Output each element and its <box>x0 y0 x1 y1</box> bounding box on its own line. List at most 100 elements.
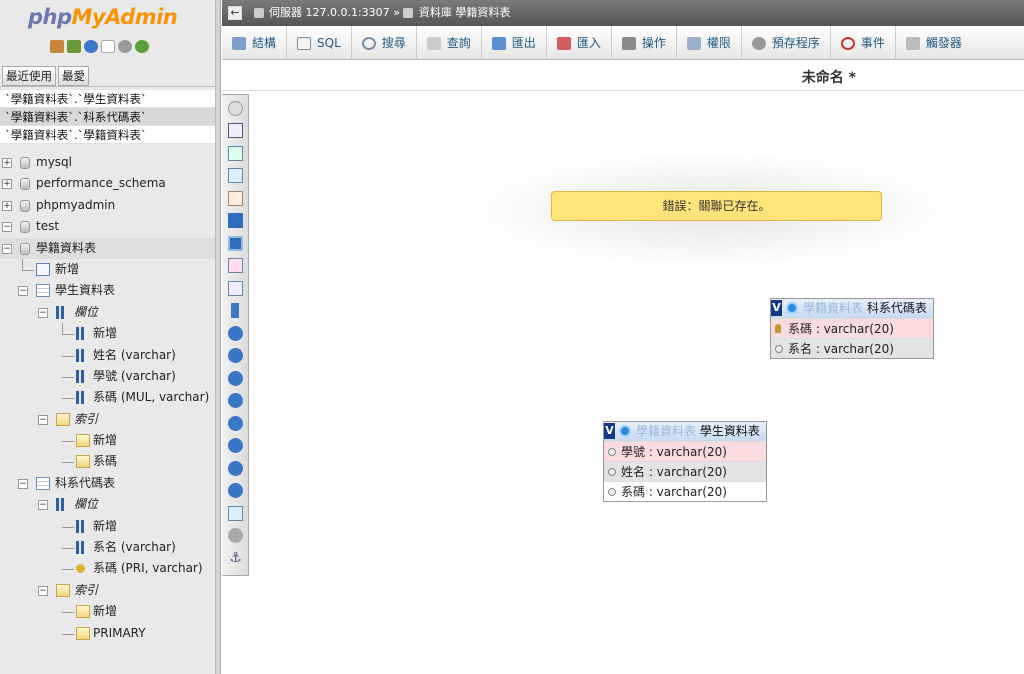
designer-column-row[interactable]: 學號 : varchar(20) <box>604 441 766 461</box>
tree-label[interactable]: 科系代碼表 <box>55 473 115 494</box>
tab-triggers[interactable]: 觸發器 <box>896 26 972 60</box>
tab-export[interactable]: 匯出 <box>482 26 547 60</box>
db-label[interactable]: phpmyadmin <box>36 195 115 216</box>
tree-item-column[interactable]: 系名 (varchar) <box>0 537 215 558</box>
tree-item-index-new[interactable]: 新增 <box>0 601 215 622</box>
fullscreen-icon[interactable] <box>228 123 243 138</box>
tree-item-columns-group[interactable]: − 欄位 <box>0 494 215 515</box>
designer-table-departments[interactable]: V 學籍資料表 科系代碼表 系碼 : varchar(20) 系名 : varc… <box>770 298 934 359</box>
expand-icon[interactable]: + <box>2 200 12 211</box>
tab-routines[interactable]: 預存程序 <box>742 26 831 60</box>
tab-import[interactable]: 匯入 <box>547 26 612 60</box>
db-item-mysql[interactable]: + mysql <box>0 152 215 174</box>
breadcrumb-db-label[interactable]: 資料庫 <box>419 6 452 19</box>
tree-item-columns-group[interactable]: − 欄位 <box>0 302 215 323</box>
tree-label[interactable]: 系名 (varchar) <box>93 537 176 558</box>
settings-gear-icon[interactable] <box>118 40 132 53</box>
db-label[interactable]: test <box>36 216 59 237</box>
tree-item-table-students[interactable]: − 學生資料表 <box>0 280 215 301</box>
help-icon[interactable] <box>228 528 243 543</box>
designer-column-row[interactable]: 姓名 : varchar(20) <box>604 461 766 481</box>
help-icon[interactable] <box>84 40 98 53</box>
tab-sql[interactable]: SQL <box>287 26 352 60</box>
tree-label[interactable]: 新增 <box>55 259 79 280</box>
toggle-small-big-icon[interactable] <box>228 371 243 386</box>
collapse-icon[interactable]: − <box>18 286 28 297</box>
toggle-toolbar-icon[interactable] <box>228 101 243 116</box>
designer-table-students[interactable]: V 學籍資料表 學生資料表 學號 : varchar(20) 姓名 : varc… <box>603 421 767 502</box>
tab-events[interactable]: 事件 <box>831 26 896 60</box>
designer-table-header[interactable]: V 學籍資料表 學生資料表 <box>604 422 766 441</box>
tab-query[interactable]: 查詢 <box>417 26 482 60</box>
collapse-icon[interactable]: − <box>38 307 48 318</box>
tree-item-indexes-group[interactable]: − 索引 <box>0 409 215 430</box>
collapse-icon[interactable]: − <box>2 243 12 254</box>
expand-icon[interactable]: + <box>2 179 12 190</box>
small-big-icon[interactable] <box>228 348 243 363</box>
tab-recent[interactable]: 最近使用 <box>2 66 56 86</box>
tree-item-column-primary[interactable]: 系碼 (PRI, varchar) <box>0 558 215 579</box>
move-menu-icon[interactable] <box>228 461 243 476</box>
tree-label[interactable]: 新增 <box>93 323 117 344</box>
save-icon[interactable] <box>228 213 243 228</box>
save-as-icon[interactable] <box>228 236 243 251</box>
recent-item[interactable]: `學籍資料表`.`學生資料表` <box>0 90 215 108</box>
db-item-student-db[interactable]: − 學籍資料表 <box>0 237 215 259</box>
build-query-icon[interactable] <box>228 438 243 453</box>
delete-page-icon[interactable] <box>228 258 243 273</box>
relation-icon[interactable] <box>228 506 243 521</box>
recent-item[interactable]: `學籍資料表`.`科系代碼表` <box>0 108 215 126</box>
db-label[interactable]: mysql <box>36 152 72 173</box>
collapse-icon[interactable]: − <box>38 500 48 511</box>
snap-to-grid-icon[interactable] <box>228 326 243 341</box>
tree-label[interactable]: 系碼 (MUL, varchar) <box>93 387 209 408</box>
tree-item-column[interactable]: 學號 (varchar) <box>0 366 215 387</box>
db-label[interactable]: 學籍資料表 <box>36 238 96 259</box>
tree-item-column[interactable]: 系碼 (MUL, varchar) <box>0 387 215 408</box>
tree-label[interactable]: 欄位 <box>74 494 98 515</box>
collapse-icon[interactable]: − <box>38 414 48 425</box>
tree-label[interactable]: 學號 (varchar) <box>93 366 176 387</box>
pin-text-icon[interactable] <box>228 483 243 498</box>
tree-label[interactable]: 系碼 (PRI, varchar) <box>93 558 203 579</box>
phpmyadmin-logo[interactable]: phpMyAdmin <box>28 5 178 29</box>
designer-table-header[interactable]: V 學籍資料表 科系代碼表 <box>771 299 933 318</box>
expand-icon[interactable]: + <box>2 158 12 168</box>
db-label[interactable]: performance_schema <box>36 173 166 194</box>
tree-label[interactable]: 學生資料表 <box>55 280 115 301</box>
breadcrumb-server-label[interactable]: 伺服器 <box>269 6 302 19</box>
designer-column-row[interactable]: 系名 : varchar(20) <box>771 338 933 358</box>
docs-icon[interactable] <box>101 40 115 53</box>
export-schema-icon[interactable] <box>228 416 243 431</box>
designer-column-row[interactable]: 系碼 : varchar(20) <box>604 481 766 501</box>
breadcrumb-db[interactable]: 學籍資料表 <box>455 6 510 19</box>
tree-item-new-table[interactable]: 新增 <box>0 258 215 280</box>
db-item-test[interactable]: − test <box>0 216 215 238</box>
tab-privileges[interactable]: 權限 <box>677 26 742 60</box>
logout-icon[interactable] <box>67 40 81 53</box>
add-tables-icon[interactable] <box>228 146 243 161</box>
tree-label[interactable]: 新增 <box>93 516 117 537</box>
angular-links-icon[interactable] <box>231 303 239 318</box>
tab-structure[interactable]: 結構 <box>222 26 288 60</box>
collapse-nav-icon[interactable]: ← <box>228 6 242 20</box>
tree-item-indexes-group[interactable]: − 索引 <box>0 580 215 601</box>
tree-label[interactable]: 新增 <box>93 601 117 622</box>
tree-item-index[interactable]: 系碼 <box>0 451 215 472</box>
tree-item-column-new[interactable]: 新增 <box>0 516 215 537</box>
tree-item-column[interactable]: 姓名 (varchar) <box>0 345 215 366</box>
db-item-phpmyadmin[interactable]: + phpmyadmin <box>0 194 215 217</box>
gear-icon[interactable] <box>786 302 798 314</box>
tree-label[interactable]: 欄位 <box>74 302 98 323</box>
new-page-icon[interactable] <box>228 168 243 183</box>
toggle-columns-button[interactable]: V <box>604 423 615 439</box>
tab-favorites[interactable]: 最愛 <box>58 66 89 86</box>
open-page-icon[interactable] <box>228 191 243 206</box>
collapse-icon[interactable]: − <box>18 478 28 489</box>
db-item-performance-schema[interactable]: + performance_schema <box>0 173 215 195</box>
reload-icon[interactable] <box>135 40 149 53</box>
tree-label[interactable]: 新增 <box>93 430 117 451</box>
tree-label[interactable]: PRIMARY <box>93 623 146 644</box>
collapse-icon[interactable]: − <box>38 585 48 596</box>
tree-item-index-new[interactable]: 新增 <box>0 430 215 451</box>
